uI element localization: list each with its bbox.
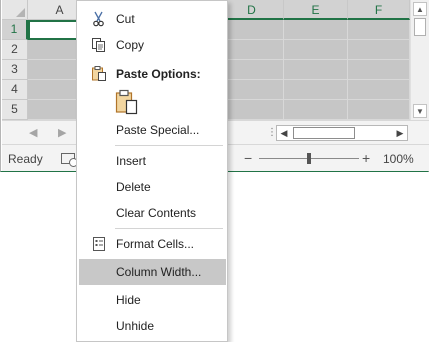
menu-separator <box>115 228 223 229</box>
menu-label-cut: Cut <box>116 12 135 26</box>
menu-item-unhide[interactable]: Unhide <box>79 313 225 339</box>
menu-label-paste-special: Paste Special... <box>116 123 200 137</box>
cell[interactable] <box>284 100 348 120</box>
chevron-left-icon[interactable]: ◀ <box>277 126 291 140</box>
zoom-in-button[interactable]: + <box>362 150 370 166</box>
menu-item-format-cells[interactable]: Format Cells... <box>79 231 225 257</box>
menu-separator <box>115 145 223 146</box>
menu-label-delete: Delete <box>116 180 151 194</box>
cell[interactable] <box>348 20 410 40</box>
cell[interactable] <box>220 20 284 40</box>
column-header-e[interactable]: E <box>284 0 348 20</box>
row-header-5[interactable]: 5 <box>2 100 28 120</box>
horizontal-scrollbar[interactable]: ◀ ▶ <box>276 125 408 141</box>
select-all-button[interactable] <box>2 0 28 20</box>
row-header-2[interactable]: 2 <box>2 40 28 60</box>
paste-options-icon <box>91 65 107 81</box>
vertical-scrollbar[interactable]: ▲ ▼ <box>410 0 429 120</box>
cell[interactable] <box>348 60 410 80</box>
zoom-level[interactable]: 100% <box>383 152 414 166</box>
copy-icon <box>91 37 107 53</box>
column-header-f[interactable]: F <box>348 0 410 20</box>
menu-label-format-cells: Format Cells... <box>116 237 195 251</box>
cell[interactable] <box>220 80 284 100</box>
menu-item-delete[interactable]: Delete <box>79 174 225 200</box>
chevron-down-icon[interactable]: ▼ <box>413 104 427 118</box>
menu-item-hide[interactable]: Hide <box>79 287 225 313</box>
cell[interactable] <box>348 100 410 120</box>
sheet-next-icon[interactable]: ▶ <box>58 126 66 139</box>
menu-item-insert[interactable]: Insert <box>79 148 225 174</box>
menu-item-paste-special[interactable]: Paste Special... <box>79 117 225 143</box>
menu-label-hide: Hide <box>116 293 141 307</box>
horizontal-scroll-thumb[interactable] <box>293 127 355 139</box>
cell[interactable] <box>284 40 348 60</box>
zoom-slider-handle[interactable] <box>307 153 311 164</box>
menu-label-unhide: Unhide <box>116 319 155 333</box>
cell[interactable] <box>284 60 348 80</box>
cell[interactable] <box>284 20 348 40</box>
format-cells-icon <box>91 236 107 252</box>
zoom-out-button[interactable]: − <box>244 150 252 166</box>
menu-item-clear-contents[interactable]: Clear Contents <box>79 200 225 226</box>
menu-item-cut[interactable]: Cut <box>79 6 225 32</box>
cell[interactable] <box>348 40 410 60</box>
chevron-up-icon[interactable]: ▲ <box>413 2 427 16</box>
scroll-split-handle[interactable]: ⋮ <box>267 127 277 138</box>
menu-item-copy[interactable]: Copy <box>79 32 225 58</box>
paste-options-header: Paste Options: <box>116 67 201 81</box>
row-header-1[interactable]: 1 <box>2 20 28 40</box>
cell[interactable] <box>220 60 284 80</box>
menu-label-column-width: Column Width... <box>116 265 202 279</box>
menu-label-copy: Copy <box>116 38 145 52</box>
scissors-icon <box>91 11 107 27</box>
cell[interactable] <box>284 80 348 100</box>
row-header-4[interactable]: 4 <box>2 80 28 100</box>
paste-clipboard-icon[interactable] <box>115 89 139 115</box>
context-menu: Cut Copy Paste Options: Paste Special... <box>76 0 228 342</box>
row-header-3[interactable]: 3 <box>2 60 28 80</box>
cell[interactable] <box>220 100 284 120</box>
menu-item-column-width[interactable]: Column Width... <box>79 259 226 285</box>
macro-record-icon[interactable] <box>61 153 78 167</box>
cell[interactable] <box>348 80 410 100</box>
status-ready: Ready <box>8 152 43 166</box>
menu-label-insert: Insert <box>116 154 147 168</box>
chevron-right-icon[interactable]: ▶ <box>393 126 407 140</box>
cell[interactable] <box>220 40 284 60</box>
menu-label-clear-contents: Clear Contents <box>116 206 197 220</box>
column-header-d[interactable]: D <box>220 0 284 20</box>
sheet-prev-icon[interactable]: ◀ <box>29 126 37 139</box>
vertical-scroll-thumb[interactable] <box>414 18 426 36</box>
